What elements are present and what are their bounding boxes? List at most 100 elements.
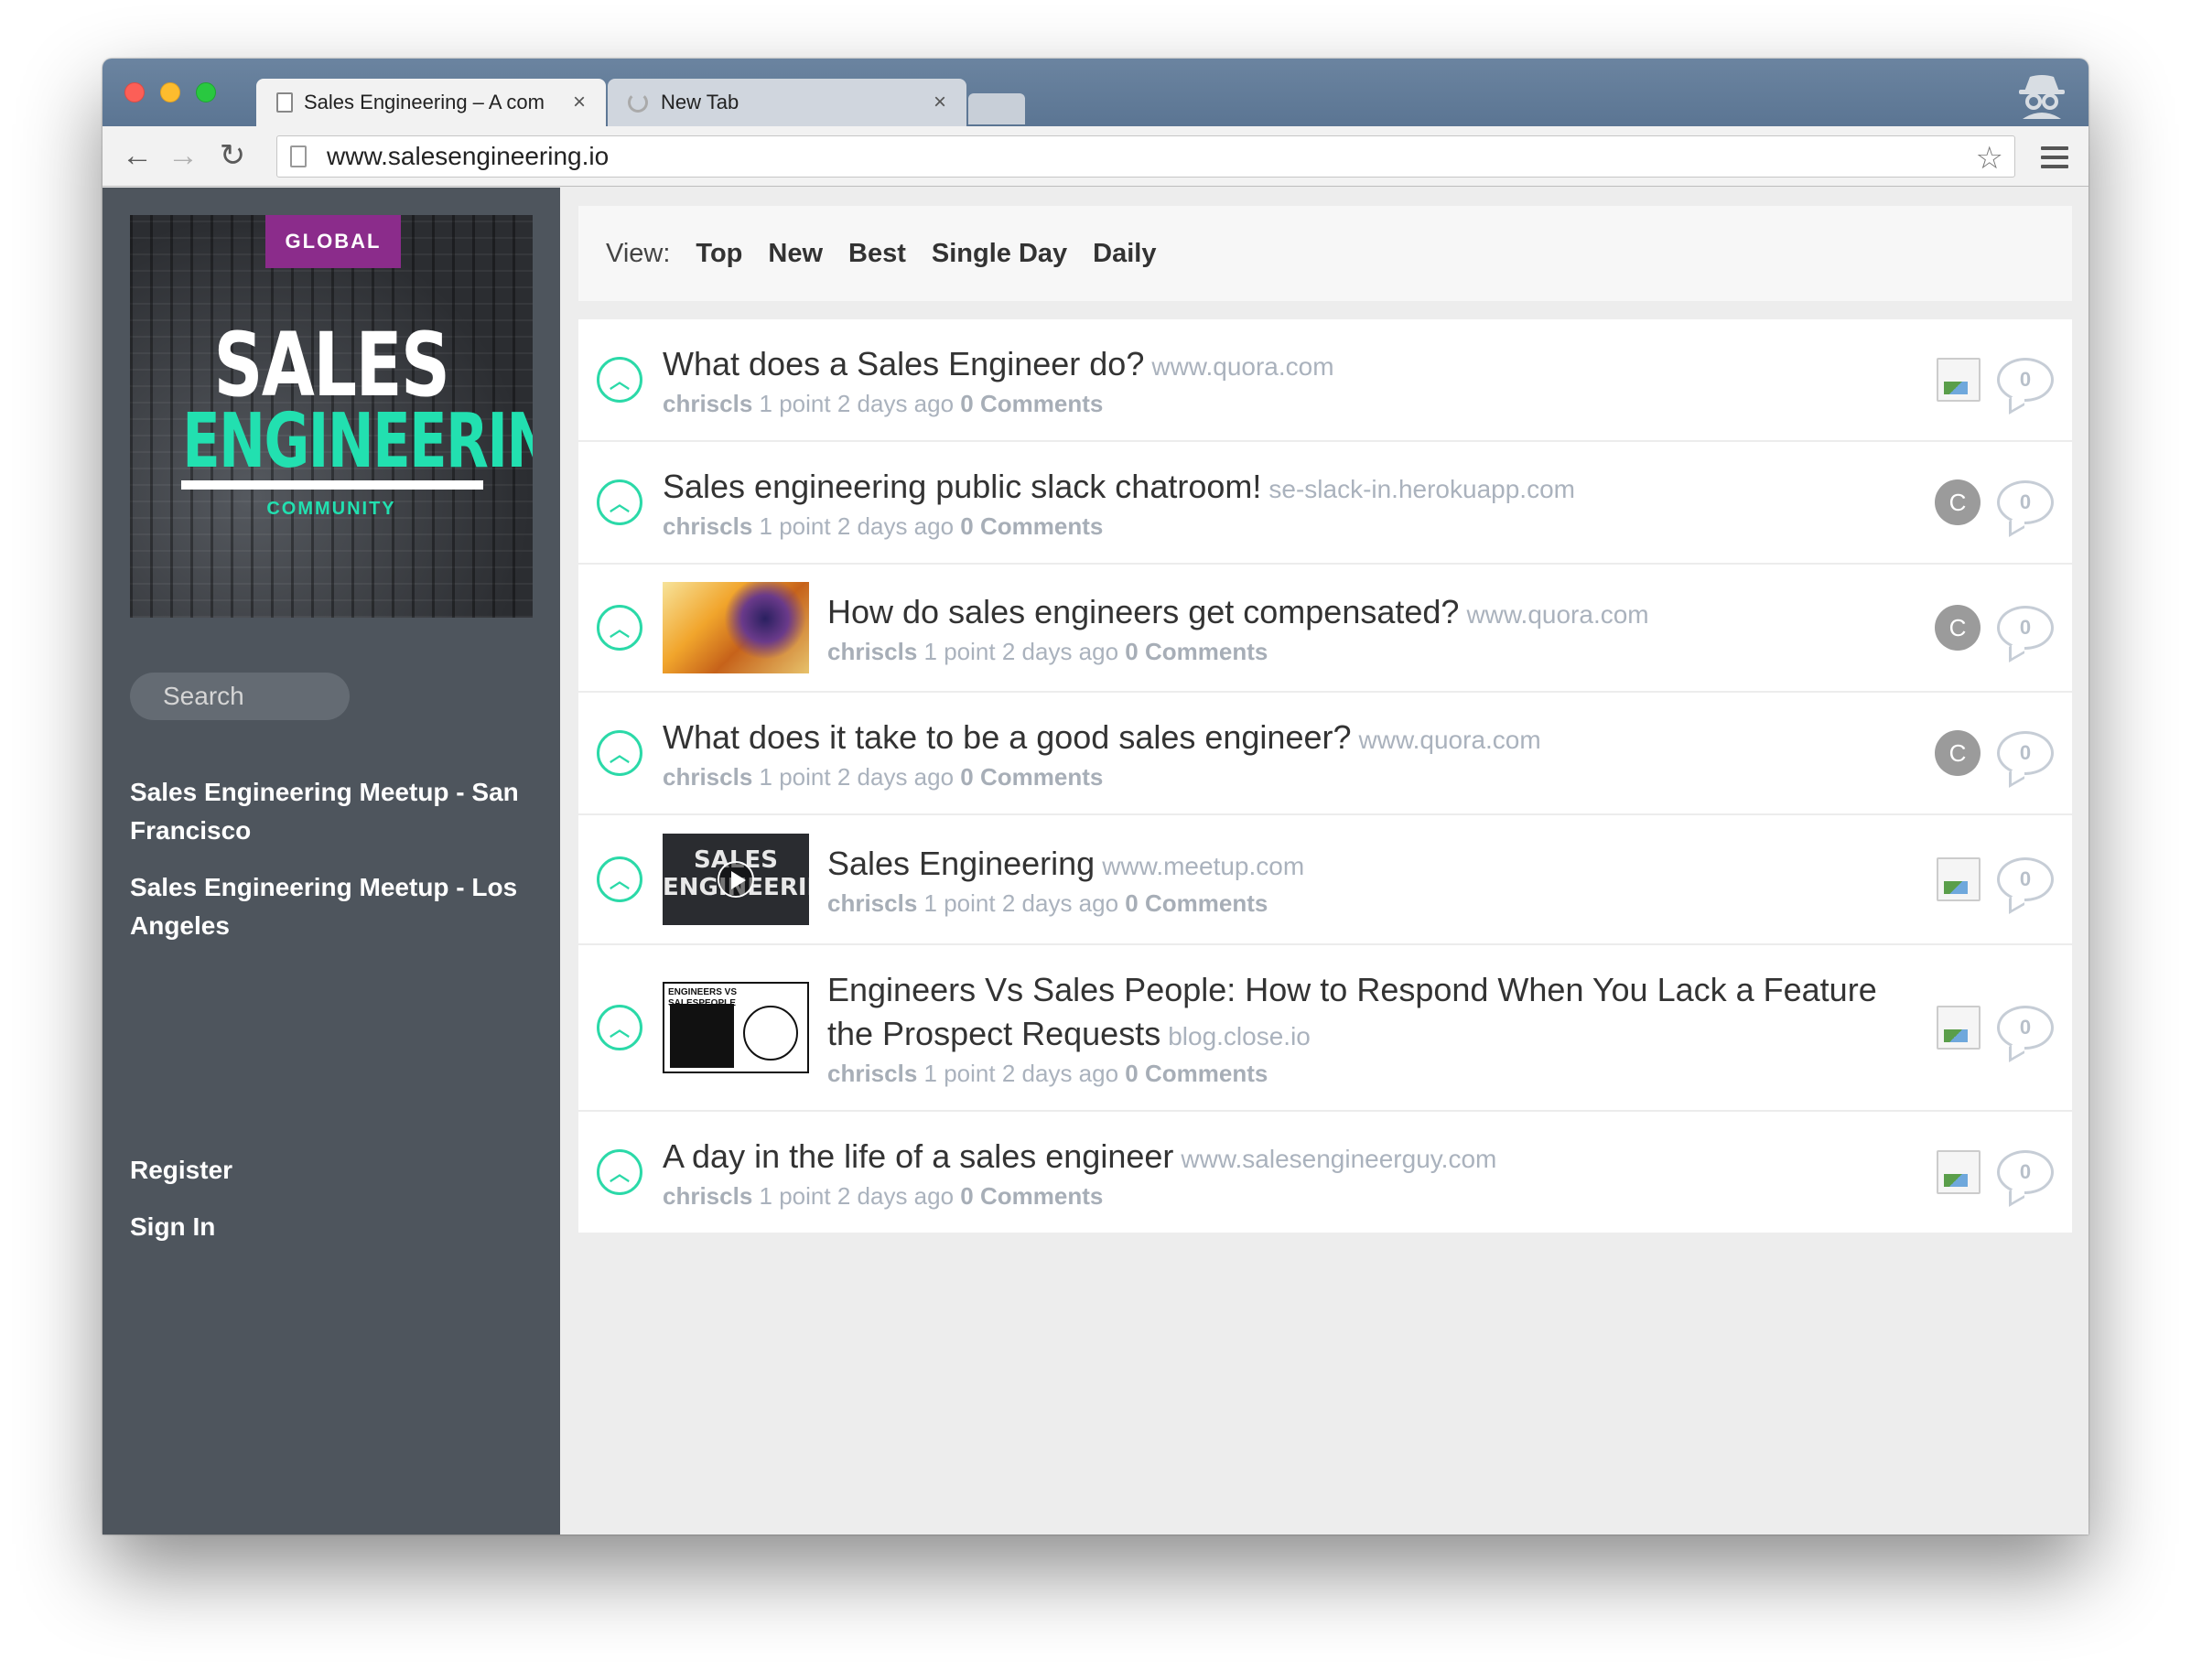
- user-avatar-image[interactable]: [1937, 1006, 1981, 1050]
- post-item: ︿ Sales engineering public slack chatroo…: [578, 442, 2072, 565]
- comment-count: 0: [2019, 616, 2032, 639]
- post-title-link[interactable]: How do sales engineers get compensated?: [827, 593, 1459, 630]
- post-comments-link[interactable]: 0 Comments: [960, 390, 1103, 417]
- page-favicon-icon: [276, 92, 293, 113]
- register-link[interactable]: Register: [130, 1156, 232, 1185]
- comment-count-bubble[interactable]: 0: [1997, 731, 2054, 775]
- upvote-button[interactable]: ︿: [597, 357, 642, 403]
- user-avatar-image[interactable]: [1937, 1150, 1981, 1194]
- post-title-link[interactable]: Engineers Vs Sales People: How to Respon…: [827, 971, 1877, 1052]
- back-arrow-icon: ←: [122, 137, 153, 173]
- post-thumbnail[interactable]: SALES ENGINEERING: [663, 834, 809, 925]
- post-age: 2 days ago: [1001, 1059, 1119, 1087]
- post-comments-link[interactable]: 0 Comments: [1125, 889, 1268, 917]
- auth-links: Register Sign In: [130, 1156, 232, 1269]
- post-author[interactable]: chriscls: [663, 390, 752, 417]
- post-title-link[interactable]: A day in the life of a sales engineer: [663, 1137, 1173, 1175]
- upvote-button[interactable]: ︿: [597, 605, 642, 651]
- browser-window: Sales Engineering – A com × New Tab × ← …: [103, 59, 2088, 1535]
- post-body: Sales Engineering www.meetup.com chriscls…: [827, 842, 1304, 918]
- upvote-button[interactable]: ︿: [597, 856, 642, 902]
- post-comments-link[interactable]: 0 Comments: [960, 1182, 1103, 1210]
- post-item: ︿ What does it take to be a good sales e…: [578, 693, 2072, 815]
- post-title-link[interactable]: Sales Engineering: [827, 845, 1095, 882]
- comment-count-bubble[interactable]: 0: [1997, 1150, 2054, 1194]
- global-badge: GLOBAL: [265, 215, 401, 268]
- post-points: 1 point: [759, 389, 831, 417]
- view-option-single-day[interactable]: Single Day: [932, 239, 1067, 269]
- user-avatar-initial[interactable]: C: [1935, 605, 1981, 651]
- site-logo[interactable]: GLOBAL SALES ENGINEERING COMMUNITY: [130, 215, 533, 618]
- post-author[interactable]: chriscls: [663, 512, 752, 540]
- post-thumbnail[interactable]: ENGINEERS VS SALESPEOPLE: [663, 982, 809, 1073]
- back-button[interactable]: ←: [119, 137, 156, 174]
- comment-count: 0: [2019, 1160, 2032, 1183]
- tab-sales-engineering[interactable]: Sales Engineering – A com ×: [256, 79, 606, 126]
- post-thumbnail[interactable]: [663, 582, 809, 673]
- upvote-button[interactable]: ︿: [597, 730, 642, 776]
- upvote-button[interactable]: ︿: [597, 1005, 642, 1050]
- post-author[interactable]: chriscls: [827, 638, 917, 665]
- view-option-top[interactable]: Top: [696, 239, 742, 269]
- post-author[interactable]: chriscls: [827, 889, 917, 917]
- post-comments-link[interactable]: 0 Comments: [1125, 638, 1268, 665]
- comment-count-bubble[interactable]: 0: [1997, 480, 2054, 524]
- post-title-link[interactable]: What does a Sales Engineer do?: [663, 345, 1144, 382]
- reload-icon: ↻: [219, 138, 246, 173]
- zoom-window-button[interactable]: [196, 82, 216, 102]
- minimize-window-button[interactable]: [160, 82, 180, 102]
- user-avatar-image[interactable]: [1937, 358, 1981, 402]
- sidebar-link-sf-meetup[interactable]: Sales Engineering Meetup - San Francisco: [130, 773, 533, 850]
- comment-count: 0: [2019, 741, 2032, 764]
- post-comments-link[interactable]: 0 Comments: [960, 763, 1103, 791]
- post-domain: www.quora.com: [1466, 599, 1649, 629]
- loading-spinner-icon: [628, 92, 648, 113]
- post-points: 1 point: [923, 1059, 996, 1087]
- view-option-new[interactable]: New: [768, 239, 823, 269]
- post-meta: chriscls 1 point 2 days ago 0 Comments: [663, 763, 1541, 792]
- play-icon: [718, 861, 754, 898]
- post-item: ︿ A day in the life of a sales engineer w…: [578, 1112, 2072, 1233]
- view-option-daily[interactable]: Daily: [1093, 239, 1156, 269]
- view-option-best[interactable]: Best: [848, 239, 906, 269]
- upvote-button[interactable]: ︿: [597, 479, 642, 525]
- user-avatar-initial[interactable]: C: [1935, 730, 1981, 776]
- close-window-button[interactable]: [124, 82, 145, 102]
- user-avatar-initial[interactable]: C: [1935, 479, 1981, 525]
- search-input[interactable]: [130, 673, 350, 720]
- post-meta: chriscls 1 point 2 days ago 0 Comments: [663, 512, 1575, 541]
- post-author[interactable]: chriscls: [663, 1182, 752, 1210]
- sign-in-link[interactable]: Sign In: [130, 1212, 232, 1242]
- post-author[interactable]: chriscls: [827, 1060, 917, 1087]
- post-body: Sales engineering public slack chatroom!…: [663, 465, 1575, 541]
- new-tab-button[interactable]: [968, 93, 1025, 124]
- post-domain: www.salesengineerguy.com: [1181, 1144, 1497, 1173]
- comment-count-bubble[interactable]: 0: [1997, 606, 2054, 650]
- post-points: 1 point: [923, 888, 996, 917]
- comment-count-bubble[interactable]: 0: [1997, 358, 2054, 402]
- title-bar: Sales Engineering – A com × New Tab ×: [103, 59, 2088, 126]
- bookmark-star-icon[interactable]: ☆: [1976, 140, 2003, 177]
- post-comments-link[interactable]: 0 Comments: [1125, 1060, 1268, 1087]
- tab-new-tab[interactable]: New Tab ×: [608, 79, 966, 126]
- post-body: What does a Sales Engineer do? www.quora.…: [663, 342, 1334, 418]
- forward-button[interactable]: →: [165, 137, 201, 174]
- tab-close-icon[interactable]: ×: [573, 90, 586, 115]
- browser-menu-button[interactable]: [2041, 146, 2068, 174]
- upvote-button[interactable]: ︿: [597, 1149, 642, 1195]
- reload-button[interactable]: ↻: [214, 137, 251, 174]
- post-title-link[interactable]: Sales engineering public slack chatroom!: [663, 468, 1261, 505]
- user-avatar-image[interactable]: [1937, 857, 1981, 901]
- sidebar: GLOBAL SALES ENGINEERING COMMUNITY Sales…: [103, 188, 560, 1535]
- address-bar[interactable]: www.salesengineering.io ☆: [276, 135, 2015, 178]
- tab-close-icon[interactable]: ×: [934, 90, 946, 115]
- post-age: 2 days ago: [836, 512, 955, 540]
- sidebar-link-la-meetup[interactable]: Sales Engineering Meetup - Los Angeles: [130, 868, 533, 945]
- view-bar: View: Top New Best Single Day Daily: [578, 206, 2072, 301]
- comment-count-bubble[interactable]: 0: [1997, 1006, 2054, 1050]
- post-list: ︿ What does a Sales Engineer do? www.quor…: [578, 319, 2072, 1233]
- post-title-link[interactable]: What does it take to be a good sales eng…: [663, 718, 1352, 756]
- post-author[interactable]: chriscls: [663, 763, 752, 791]
- comment-count-bubble[interactable]: 0: [1997, 857, 2054, 901]
- post-comments-link[interactable]: 0 Comments: [960, 512, 1103, 540]
